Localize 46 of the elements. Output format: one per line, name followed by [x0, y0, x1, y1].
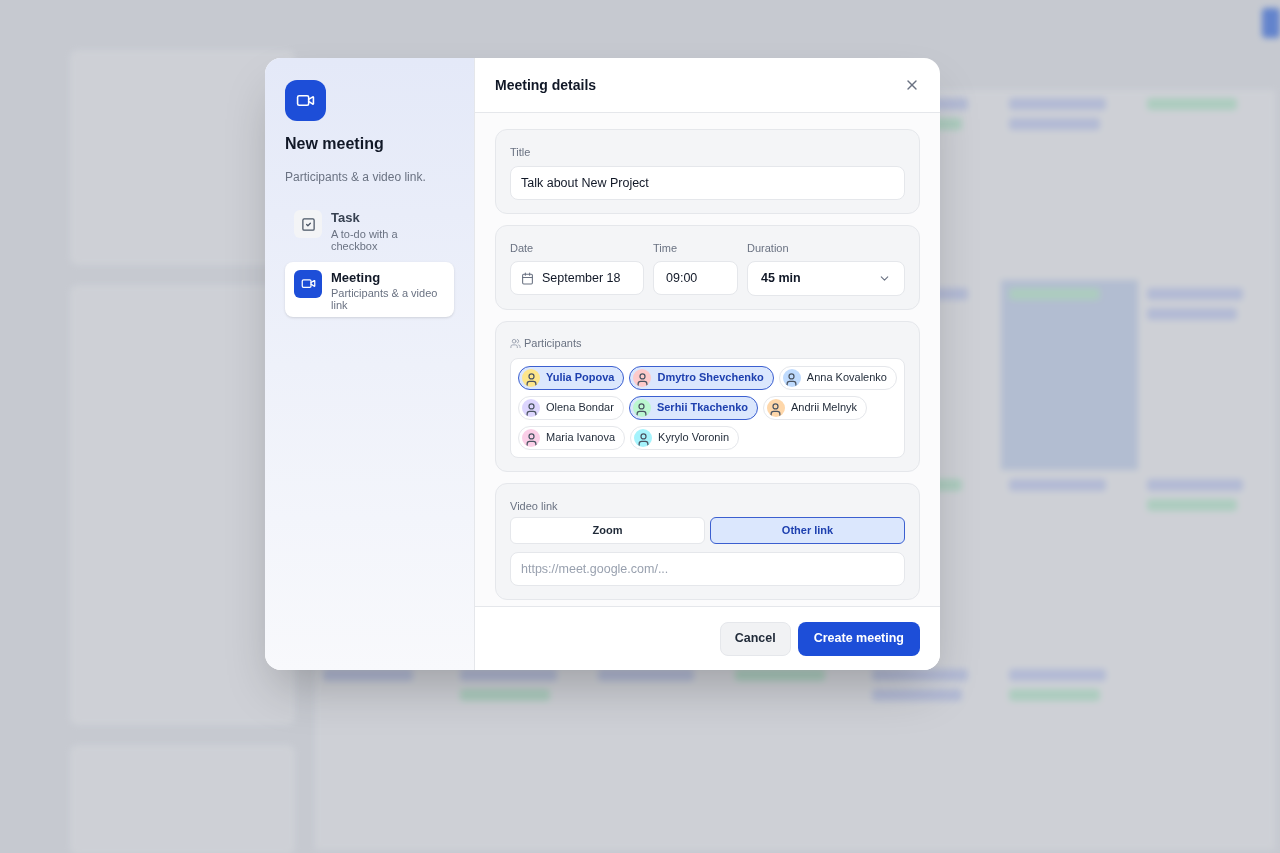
option-description: A to-do with a checkbox [331, 227, 399, 252]
option-title: Meeting [331, 268, 382, 287]
option-description: Participants & a video link [331, 287, 439, 311]
participant-chip[interactable]: Dmytro Shevchenko [629, 365, 774, 390]
avatar-icon [633, 368, 652, 387]
people-icon [510, 337, 521, 349]
video-camera-icon [294, 269, 322, 298]
date-field[interactable]: September 18 [510, 261, 644, 295]
duration-select[interactable]: 45 min [747, 261, 905, 296]
checkbox-icon [294, 210, 322, 238]
participant-chip[interactable]: Olena Bondar [518, 395, 624, 420]
option-title: Task [331, 209, 361, 227]
field-label: Video link [510, 498, 559, 514]
participant-chip[interactable]: Yulia Popova [518, 365, 625, 390]
avatar-icon [522, 398, 540, 417]
event-type-option[interactable]: Meeting Participants & a video link [285, 261, 454, 317]
avatar-icon [634, 428, 653, 447]
avatar-icon [782, 368, 801, 387]
avatar-icon [522, 368, 540, 387]
video-camera-icon [285, 80, 326, 121]
dialog-subtitle: Participants & a video link. [285, 169, 427, 186]
video-provider-toggle[interactable]: Zoom [510, 517, 705, 544]
participant-chip[interactable]: Kyrylo Voronin [630, 425, 740, 450]
time-input[interactable]: 09:00 [653, 261, 738, 295]
cancel-button[interactable]: Cancel [719, 621, 791, 656]
video-provider-toggle[interactable]: Other link [710, 517, 905, 544]
participant-chip[interactable]: Serhii Tkachenko [628, 395, 758, 420]
create-button[interactable]: Create meeting [797, 621, 920, 656]
calendar-icon [521, 271, 534, 285]
avatar-icon [767, 398, 785, 417]
event-type-option[interactable]: Task A to-do with a checkbox [285, 202, 454, 258]
participant-chip[interactable]: Maria Ivanova [518, 425, 626, 450]
title-input[interactable]: Talk about New Project [510, 165, 905, 200]
participant-chip[interactable]: Anna Kovalenko [778, 365, 897, 390]
field-label: Title [510, 145, 532, 160]
panel-title: Meeting details [495, 75, 597, 95]
avatar-icon [522, 428, 540, 447]
participant-chip[interactable]: Andrii Melnyk [763, 395, 867, 420]
field-label: Date [510, 240, 535, 256]
video-link-input[interactable]: https://meet.google.com/... [510, 552, 905, 586]
date-value: September 18 [542, 269, 621, 287]
dialog-heading: New meeting [285, 134, 385, 154]
avatar-icon [632, 398, 651, 417]
field-label: Participants [524, 336, 582, 351]
field-label: Duration [747, 240, 790, 256]
field-label: Time [653, 240, 679, 256]
